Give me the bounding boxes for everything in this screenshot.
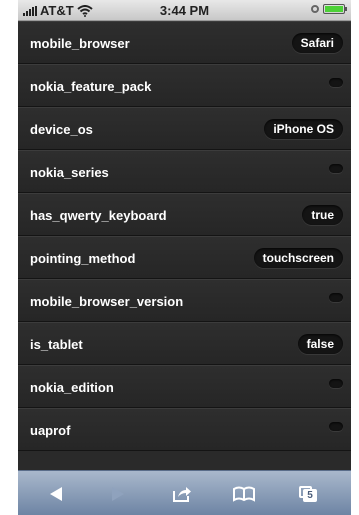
status-bar: AT&T 3:44 PM — [18, 0, 351, 21]
property-value: Safari — [291, 33, 343, 53]
property-value: iPhone OS — [264, 119, 343, 139]
clock: 3:44 PM — [159, 3, 210, 18]
property-name: mobile_browser_version — [30, 294, 184, 309]
property-name: mobile_browser — [30, 36, 130, 51]
property-value: true — [302, 205, 343, 225]
property-name: has_qwerty_keyboard — [30, 208, 167, 223]
tabs-icon: 5 — [299, 486, 317, 502]
back-button[interactable] — [40, 479, 72, 509]
property-name: nokia_edition — [30, 380, 114, 395]
orientation-lock-icon — [311, 5, 319, 13]
forward-arrow-icon — [112, 487, 124, 501]
list-item[interactable]: nokia_series — [18, 150, 351, 193]
list-item[interactable]: is_tablet false — [18, 322, 351, 365]
battery-icon — [323, 4, 347, 14]
phone-screen: AT&T 3:44 PM mobile_browser Safari nokia… — [18, 0, 351, 515]
share-icon — [173, 487, 191, 502]
property-value: touchscreen — [253, 248, 343, 268]
property-name: device_os — [30, 122, 93, 137]
property-value — [329, 78, 343, 87]
property-value — [329, 422, 343, 431]
property-name: uaprof — [30, 423, 71, 438]
list-item[interactable]: nokia_feature_pack — [18, 64, 351, 107]
list-item[interactable]: mobile_browser Safari — [18, 21, 351, 64]
property-name: is_tablet — [30, 337, 83, 352]
back-arrow-icon — [50, 487, 62, 501]
property-value: false — [297, 334, 343, 354]
list-item[interactable]: pointing_method touchscreen — [18, 236, 351, 279]
list-item[interactable]: has_qwerty_keyboard true — [18, 193, 351, 236]
list-item[interactable]: device_os iPhone OS — [18, 107, 351, 150]
property-value — [329, 379, 343, 388]
bookmarks-icon — [233, 486, 255, 502]
properties-list: mobile_browser Safari nokia_feature_pack… — [18, 21, 351, 451]
tabs-count: 5 — [303, 489, 317, 502]
list-item[interactable]: nokia_edition — [18, 365, 351, 408]
list-item[interactable]: uaprof — [18, 408, 351, 451]
bookmarks-button[interactable] — [228, 479, 260, 509]
tabs-button[interactable]: 5 — [292, 479, 324, 509]
property-name: nokia_series — [30, 165, 109, 180]
battery-level — [325, 6, 343, 12]
browser-toolbar: 5 — [18, 470, 351, 515]
property-value — [329, 293, 343, 302]
list-item[interactable]: mobile_browser_version — [18, 279, 351, 322]
forward-button[interactable] — [102, 479, 134, 509]
share-button[interactable] — [166, 479, 198, 509]
property-value — [329, 164, 343, 173]
property-name: pointing_method — [30, 251, 136, 266]
property-name: nokia_feature_pack — [30, 79, 152, 94]
status-right — [311, 4, 347, 14]
